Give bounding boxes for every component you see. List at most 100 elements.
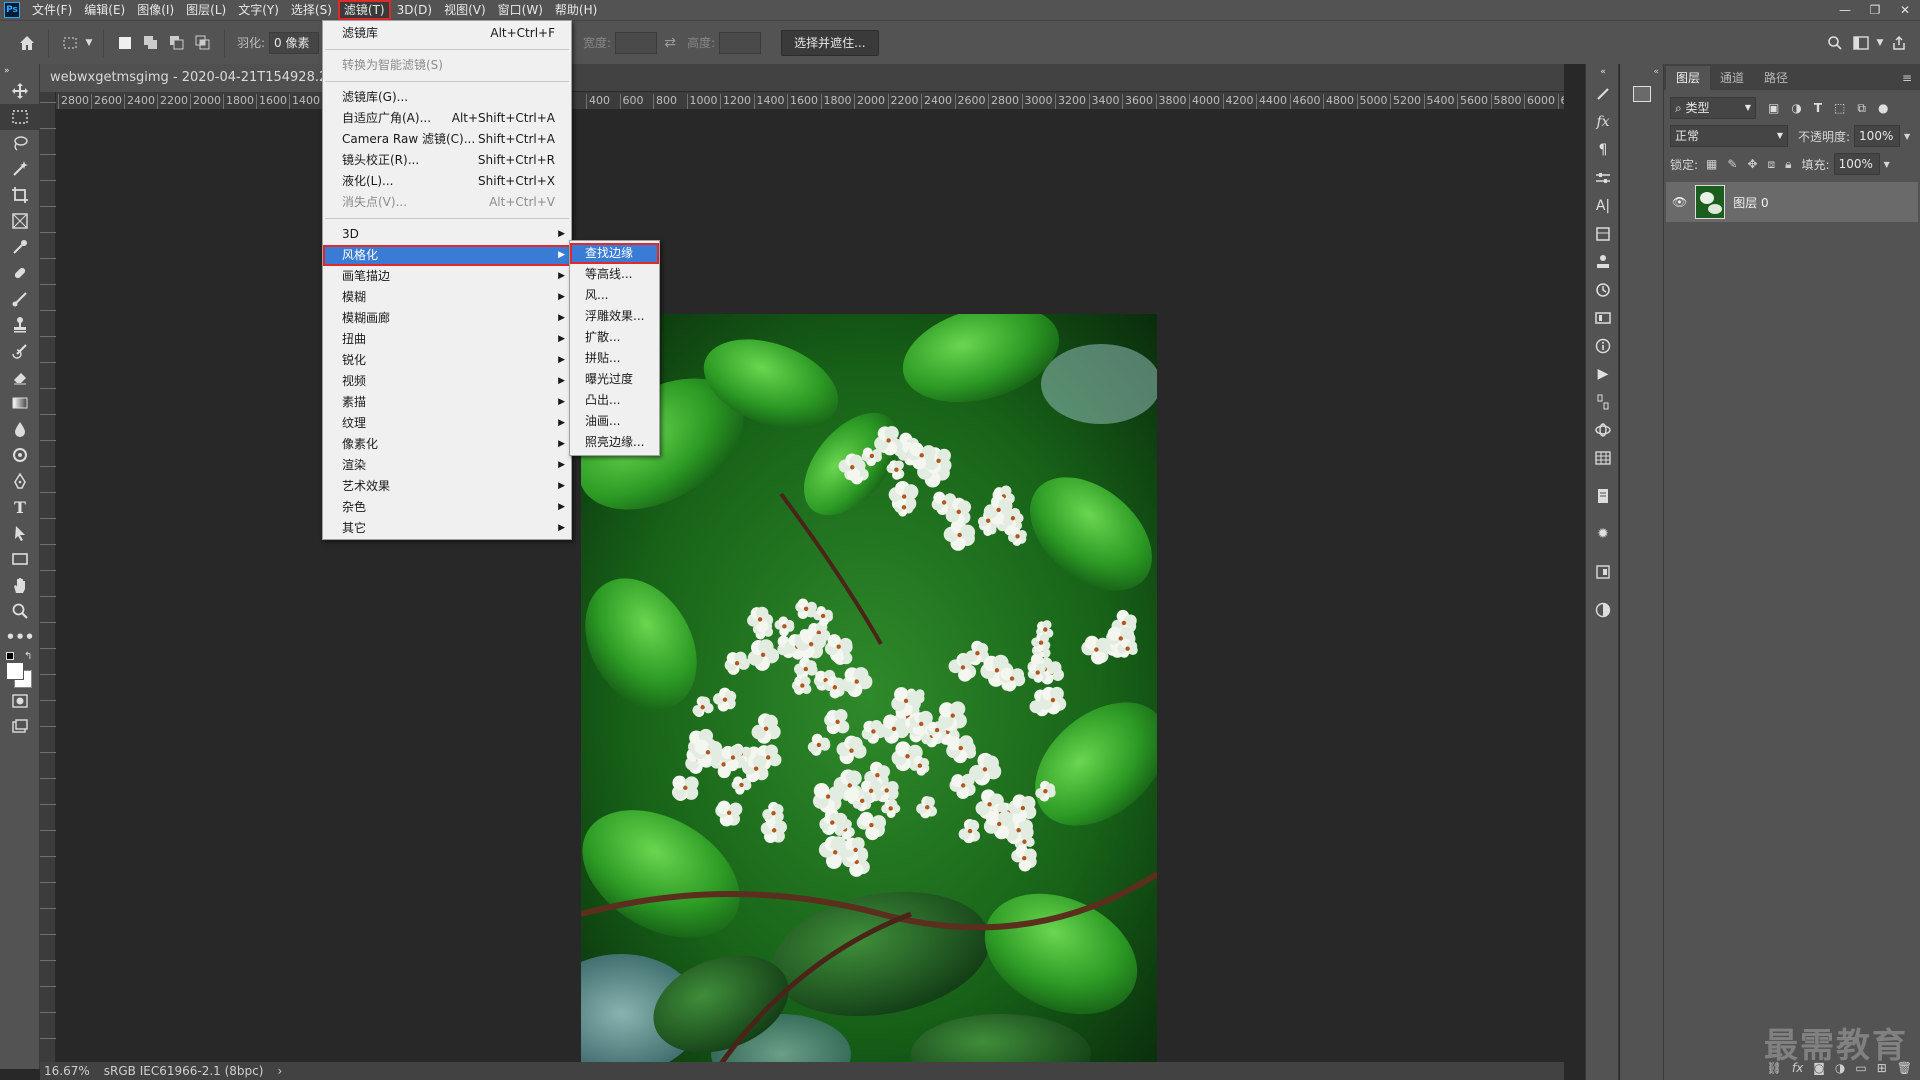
menu-window[interactable]: 窗口(W) xyxy=(492,0,549,20)
notes-icon[interactable] xyxy=(1586,482,1620,510)
intersect-selection-icon[interactable] xyxy=(190,30,216,56)
path-selection-tool-icon[interactable] xyxy=(0,520,40,546)
channels-mixer-icon[interactable] xyxy=(1586,304,1620,332)
blur-tool-icon[interactable] xyxy=(0,416,40,442)
search-icon[interactable] xyxy=(1822,30,1848,56)
tab-channels[interactable]: 通道 xyxy=(1710,66,1754,90)
filter-menu-item[interactable]: 风格化 ▶ xyxy=(323,245,571,266)
filter-menu-item[interactable]: 滤镜库 Alt+Ctrl+F xyxy=(323,23,571,44)
home-icon[interactable] xyxy=(14,30,40,56)
stylize-submenu-item[interactable]: 扩散... xyxy=(570,327,659,348)
stylize-submenu-item[interactable]: 查找边缘 xyxy=(570,243,659,264)
swap-icon[interactable]: ⇄ xyxy=(657,30,683,56)
filter-menu-item[interactable]: 镜头校正(R)... Shift+Ctrl+R xyxy=(323,150,571,171)
stylize-submenu-item[interactable]: 等高线... xyxy=(570,264,659,285)
chevron-down-icon[interactable]: ▼ xyxy=(1884,160,1890,169)
panel-menu-icon[interactable]: ≡ xyxy=(1894,66,1920,90)
document-tab[interactable]: webwxgetmsgimg - 2020-04-21T154928.289.j… xyxy=(40,64,370,92)
lock-image-icon[interactable]: ✎ xyxy=(1727,157,1737,172)
blend-mode-select[interactable]: 正常 ▼ xyxy=(1670,125,1788,147)
filter-menu-item[interactable]: 杂色 ▶ xyxy=(323,497,571,518)
collapse-icon[interactable]: « xyxy=(1586,64,1620,80)
color-swatches[interactable]: ↰ xyxy=(0,650,40,688)
workspace-icon[interactable] xyxy=(1848,30,1874,56)
properties-icon[interactable] xyxy=(1586,220,1620,248)
pixel-filter-icon[interactable]: ▣ xyxy=(1768,101,1779,116)
character-icon[interactable]: A| xyxy=(1586,192,1620,220)
status-menu-arrow[interactable]: › xyxy=(277,1064,282,1078)
navigator-icon[interactable] xyxy=(1586,388,1620,416)
filter-menu-item[interactable]: 渲染 ▶ xyxy=(323,455,571,476)
light-source-icon[interactable]: ✹ xyxy=(1586,520,1620,548)
opacity-input[interactable]: 100% xyxy=(1854,125,1901,147)
filter-menu-item[interactable]: 艺术效果 ▶ xyxy=(323,476,571,497)
stylize-submenu-item[interactable]: 照亮边缘... xyxy=(570,432,659,453)
stylize-submenu-item[interactable]: 拼贴... xyxy=(570,348,659,369)
table-icon[interactable] xyxy=(1586,444,1620,472)
filter-toggle-icon[interactable]: ● xyxy=(1878,101,1888,116)
magic-wand-tool-icon[interactable] xyxy=(0,156,40,182)
new-selection-icon[interactable] xyxy=(112,30,138,56)
select-and-mask-button[interactable]: 选择并遮住... xyxy=(781,29,879,56)
tab-paths[interactable]: 路径 xyxy=(1754,66,1798,90)
minimize-button[interactable]: — xyxy=(1830,0,1860,20)
styles-icon[interactable]: fx xyxy=(1586,108,1620,136)
smart-object-filter-icon[interactable]: ⧉ xyxy=(1857,101,1866,116)
adjustment-circle-icon[interactable] xyxy=(1586,596,1620,624)
document-image[interactable] xyxy=(581,314,1157,1080)
paragraph-icon[interactable]: ¶ xyxy=(1586,136,1620,164)
type-tool-icon[interactable]: T xyxy=(0,494,40,520)
hand-tool-icon[interactable] xyxy=(0,572,40,598)
gradient-tool-icon[interactable] xyxy=(0,390,40,416)
swap-colors-icon[interactable]: ↰ xyxy=(24,651,32,662)
marquee-preset-icon[interactable] xyxy=(57,30,83,56)
menu-edit[interactable]: 编辑(E) xyxy=(78,0,131,20)
eyedropper-tool-icon[interactable] xyxy=(0,234,40,260)
stylize-submenu-item[interactable]: 风... xyxy=(570,285,659,306)
menu-filter[interactable]: 滤镜(T) xyxy=(337,0,391,20)
quick-mask-icon[interactable] xyxy=(0,688,40,714)
panel-toggle-icon[interactable] xyxy=(1632,86,1651,102)
filter-menu-item[interactable]: 模糊 ▶ xyxy=(323,287,571,308)
zoom-level[interactable]: 16.67% xyxy=(44,1064,90,1078)
clone-stamp-tool-icon[interactable] xyxy=(0,312,40,338)
filter-menu-item[interactable]: 锐化 ▶ xyxy=(323,350,571,371)
filter-menu-item[interactable]: 自适应广角(A)... Alt+Shift+Ctrl+A xyxy=(323,108,571,129)
filter-menu-item[interactable]: 视频 ▶ xyxy=(323,371,571,392)
lasso-tool-icon[interactable] xyxy=(0,130,40,156)
frame-tool-icon[interactable] xyxy=(0,208,40,234)
lock-artboard-icon[interactable]: ⧈ xyxy=(1768,157,1776,172)
filter-menu-item[interactable]: 像素化 ▶ xyxy=(323,434,571,455)
zoom-tool-icon[interactable] xyxy=(0,598,40,624)
history-brush-tool-icon[interactable] xyxy=(0,338,40,364)
adjustment-filter-icon[interactable]: ◑ xyxy=(1791,101,1801,116)
layer-row[interactable]: 👁︎ 图层 0 xyxy=(1666,182,1918,222)
menu-type[interactable]: 文字(Y) xyxy=(232,0,285,20)
expand-toolbar-icon[interactable]: » xyxy=(0,64,40,78)
menu-file[interactable]: 文件(F) xyxy=(26,0,78,20)
stylize-submenu-item[interactable]: 凸出... xyxy=(570,390,659,411)
type-filter-icon[interactable]: T xyxy=(1814,101,1822,116)
stylize-submenu-item[interactable]: 油画... xyxy=(570,411,659,432)
crop-tool-icon[interactable] xyxy=(0,182,40,208)
lock-all-icon[interactable]: 🔒︎ xyxy=(1785,157,1791,172)
filter-menu-item[interactable]: 画笔描边 ▶ xyxy=(323,266,571,287)
move-tool-icon[interactable] xyxy=(0,78,40,104)
menu-view[interactable]: 视图(V) xyxy=(438,0,492,20)
filter-menu-item[interactable]: 纹理 ▶ xyxy=(323,413,571,434)
visibility-eye-icon[interactable]: 👁︎ xyxy=(1672,195,1687,209)
height-input[interactable] xyxy=(719,31,762,54)
canvas-area[interactable] xyxy=(56,110,1564,1080)
history-icon[interactable] xyxy=(1586,276,1620,304)
menu-layer[interactable]: 图层(L) xyxy=(180,0,232,20)
shape-filter-icon[interactable]: ⬚ xyxy=(1834,101,1845,116)
menu-help[interactable]: 帮助(H) xyxy=(549,0,603,20)
filter-menu-item[interactable]: 模糊画廊 ▶ xyxy=(323,308,571,329)
subtract-selection-icon[interactable] xyxy=(164,30,190,56)
lock-position-icon[interactable]: ✥ xyxy=(1747,157,1757,172)
screen-mode-icon[interactable] xyxy=(0,714,40,740)
eraser-tool-icon[interactable] xyxy=(0,364,40,390)
stylize-submenu-item[interactable]: 曝光过度 xyxy=(570,369,659,390)
filter-menu-item[interactable]: Camera Raw 滤镜(C)... Shift+Ctrl+A xyxy=(323,129,571,150)
feather-input[interactable]: 0 像素 xyxy=(269,31,320,54)
